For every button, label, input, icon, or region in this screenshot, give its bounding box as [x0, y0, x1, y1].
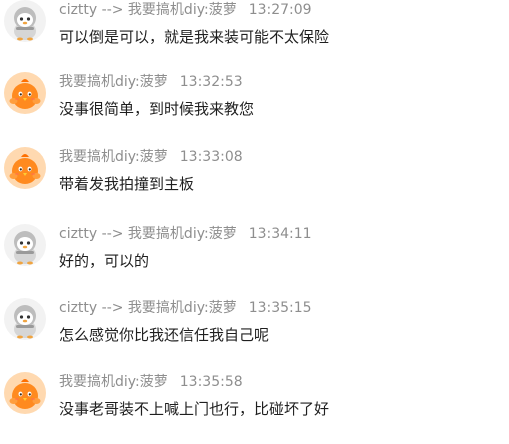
gray-penguin-avatar-icon[interactable]: [4, 224, 46, 266]
message-header: 我要搞机diy:菠萝 13:35:58: [59, 372, 243, 392]
message-sender: ciztty --> 我要搞机diy:菠萝: [59, 2, 237, 18]
message-text: 没事很简单，到时候我来教您: [59, 100, 255, 118]
message-sender: 我要搞机diy:菠萝: [59, 149, 168, 165]
message-header: 我要搞机diy:菠萝 13:33:08: [59, 147, 243, 167]
message-time: 13:35:15: [248, 300, 312, 316]
message-text: 怎么感觉你比我还信任我自己呢: [59, 326, 270, 344]
message-text: 带着发我拍撞到主板: [59, 175, 195, 193]
chat-message: ciztty --> 我要搞机diy:菠萝 13:27:09 可以倒是可以，就是我…: [0, 0, 509, 72]
message-sender: ciztty --> 我要搞机diy:菠萝: [59, 300, 237, 316]
message-header: ciztty --> 我要搞机diy:菠萝 13:27:09: [59, 0, 312, 20]
chat-message: ciztty --> 我要搞机diy:菠萝 13:35:15 怎么感觉你比我还信任…: [0, 298, 509, 370]
chat-message: 我要搞机diy:菠萝 13:32:53 没事很简单，到时候我来教您: [0, 72, 509, 144]
message-time: 13:33:08: [179, 149, 243, 165]
message-header: 我要搞机diy:菠萝 13:32:53: [59, 72, 243, 92]
chat-message: 我要搞机diy:菠萝 13:33:08 带着发我拍撞到主板: [0, 147, 509, 219]
message-time: 13:27:09: [248, 2, 312, 18]
message-header: ciztty --> 我要搞机diy:菠萝 13:34:11: [59, 224, 312, 244]
gray-penguin-avatar-icon[interactable]: [4, 0, 46, 42]
gray-penguin-avatar-icon[interactable]: [4, 298, 46, 340]
message-text: 可以倒是可以，就是我来装可能不太保险: [59, 28, 330, 46]
chat-message: 我要搞机diy:菠萝 13:35:58 没事老哥装不上喊上门也行，比碰坏了好: [0, 372, 509, 444]
message-sender: 我要搞机diy:菠萝: [59, 374, 168, 390]
message-text: 好的，可以的: [59, 252, 150, 270]
message-time: 13:35:58: [179, 374, 243, 390]
chat-message: ciztty --> 我要搞机diy:菠萝 13:34:11 好的，可以的: [0, 224, 509, 296]
message-sender: 我要搞机diy:菠萝: [59, 74, 168, 90]
message-time: 13:34:11: [248, 226, 312, 242]
orange-bird-avatar-icon[interactable]: [4, 147, 46, 189]
message-text: 没事老哥装不上喊上门也行，比碰坏了好: [59, 400, 330, 418]
orange-bird-avatar-icon[interactable]: [4, 372, 46, 414]
message-time: 13:32:53: [179, 74, 243, 90]
message-sender: ciztty --> 我要搞机diy:菠萝: [59, 226, 237, 242]
orange-bird-avatar-icon[interactable]: [4, 72, 46, 114]
chat-message-list: ciztty --> 我要搞机diy:菠萝 13:27:09 可以倒是可以，就是我…: [0, 0, 509, 426]
message-header: ciztty --> 我要搞机diy:菠萝 13:35:15: [59, 298, 312, 318]
